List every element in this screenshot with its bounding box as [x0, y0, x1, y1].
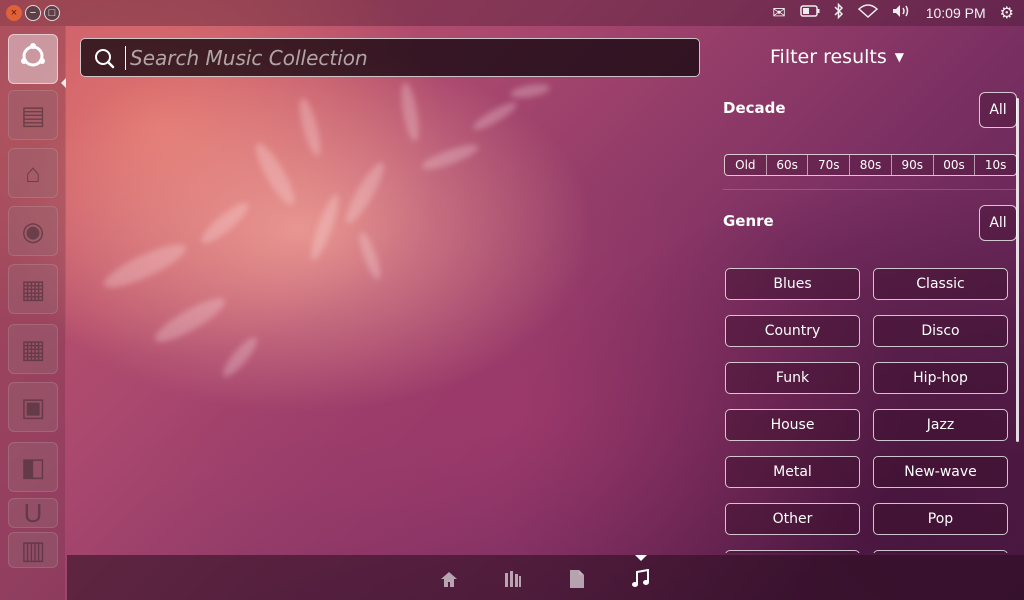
document-icon: ▦ [20, 273, 46, 304]
genre-disco-button[interactable]: Disco [873, 315, 1008, 347]
filter-scrollbar[interactable] [1016, 98, 1019, 442]
search-box[interactable] [80, 38, 700, 77]
clock[interactable]: 10:09 PM [926, 5, 986, 21]
close-window-button[interactable]: × [6, 5, 22, 21]
genre-metal-button[interactable]: Metal [725, 456, 860, 488]
minimize-icon: − [29, 6, 37, 19]
genre-house-button[interactable]: House [725, 409, 860, 441]
wifi-icon[interactable] [857, 3, 878, 23]
genre-blues-button[interactable]: Blues [725, 268, 860, 300]
decade-option-10s[interactable]: 10s [975, 155, 1016, 175]
decade-selector: Old 60s 70s 80s 90s 00s 10s [724, 154, 1017, 176]
filter-results-toggle[interactable]: Filter results ▼ [770, 46, 904, 68]
firefox-icon: ◉ [21, 215, 45, 246]
decade-all-button[interactable]: All [979, 92, 1017, 128]
indicator-area: ✉ 10:09 PM ⚙ [772, 2, 1014, 24]
spreadsheet-icon: ▦ [20, 333, 46, 364]
decade-option-old[interactable]: Old [725, 155, 767, 175]
genre-jazz-button[interactable]: Jazz [873, 409, 1008, 441]
volume-icon[interactable] [892, 4, 912, 23]
launcher-item-software-center[interactable]: ◧ [8, 442, 58, 492]
home-icon [441, 572, 457, 587]
genre-country-button[interactable]: Country [725, 315, 860, 347]
folder-home-icon: ⌂ [25, 157, 41, 188]
launcher-item-ubuntu-one[interactable]: U [8, 498, 58, 528]
active-arrow [61, 78, 66, 88]
battery-icon[interactable] [799, 4, 820, 22]
maximize-window-button[interactable]: □ [44, 5, 60, 21]
genre-title: Genre [723, 212, 774, 230]
decade-option-60s[interactable]: 60s [767, 155, 809, 175]
applications-lens-button[interactable] [502, 568, 524, 590]
section-divider [723, 189, 1017, 190]
dash-home-button[interactable] [8, 34, 58, 84]
disk-icon: ▤ [20, 99, 46, 130]
applications-icon [505, 571, 521, 587]
top-panel: × − □ ✉ 10:09 PM ⚙ [0, 0, 1024, 26]
launcher-item-home-folder[interactable]: ⌂ [8, 148, 58, 198]
lens-bar [67, 555, 1024, 600]
active-lens-indicator [635, 555, 647, 561]
minimize-window-button[interactable]: − [25, 5, 41, 21]
home-lens-button[interactable] [438, 568, 460, 590]
launcher-item-impress[interactable]: ▣ [8, 382, 58, 432]
session-gear-icon[interactable]: ⚙ [1000, 3, 1014, 23]
launcher-item-disk[interactable]: ▤ [8, 90, 58, 140]
files-lens-button[interactable] [566, 568, 588, 590]
presentation-icon: ▣ [20, 391, 46, 422]
search-input[interactable] [130, 45, 670, 70]
genre-all-button[interactable]: All [979, 205, 1017, 241]
genre-hidden-button-1[interactable] [725, 550, 860, 553]
launcher-item-firefox[interactable]: ◉ [8, 206, 58, 256]
genre-funk-button[interactable]: Funk [725, 362, 860, 394]
workspace-icon: ▥ [20, 534, 46, 565]
filter-results-label: Filter results [770, 46, 887, 68]
decade-option-90s[interactable]: 90s [892, 155, 934, 175]
genre-classic-button[interactable]: Classic [873, 268, 1008, 300]
search-icon [95, 48, 115, 68]
genre-new-wave-button[interactable]: New-wave [873, 456, 1008, 488]
genre-hip-hop-button[interactable]: Hip-hop [873, 362, 1008, 394]
decade-option-70s[interactable]: 70s [808, 155, 851, 175]
launcher: ▤ ⌂ ◉ ▦ ▦ ▣ ◧ U ▥ [0, 26, 66, 600]
shopping-bag-icon: ◧ [20, 451, 46, 482]
launcher-item-calc[interactable]: ▦ [8, 324, 58, 374]
bluetooth-icon[interactable] [834, 2, 844, 24]
music-lens-button[interactable] [630, 568, 652, 590]
file-icon [570, 570, 584, 588]
genre-hidden-button-2[interactable] [873, 550, 1008, 553]
text-caret [125, 45, 126, 70]
genre-grid: Blues Classic Country Disco Funk Hip-hop… [725, 268, 1008, 553]
ubuntu-logo-icon [19, 42, 47, 77]
triangle-down-icon: ▼ [894, 50, 904, 64]
genre-other-button[interactable]: Other [725, 503, 860, 535]
decade-title: Decade [723, 99, 786, 117]
decade-option-80s[interactable]: 80s [850, 155, 892, 175]
genre-pop-button[interactable]: Pop [873, 503, 1008, 535]
launcher-item-workspaces[interactable]: ▥ [8, 532, 58, 568]
decade-option-00s[interactable]: 00s [934, 155, 976, 175]
music-note-icon [632, 569, 649, 587]
launcher-item-writer[interactable]: ▦ [8, 264, 58, 314]
ubuntu-one-icon: U [23, 497, 43, 528]
close-icon: × [10, 6, 18, 19]
maximize-icon: □ [48, 6, 56, 19]
mail-icon[interactable]: ✉ [772, 3, 785, 23]
window-controls: × − □ [6, 5, 60, 21]
